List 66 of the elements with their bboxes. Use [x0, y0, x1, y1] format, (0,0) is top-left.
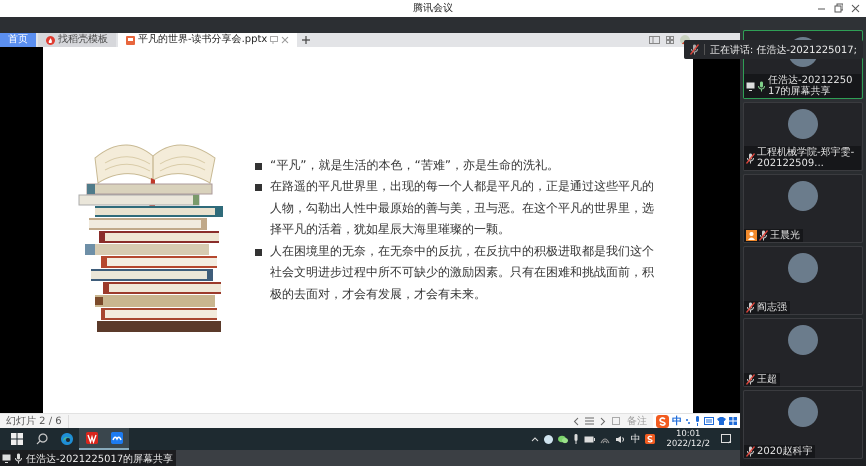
participant-tile[interactable]: 王超	[743, 318, 863, 387]
bullet-text: 人在困境里的无奈，在无奈中的反抗，在反抗中的积极进取都是我们这个社会文明进步过程中所不可缺少的激励因素。只有在困难和挑战面前，积极的去面对，才会有发展，才会有未来。	[270, 242, 655, 303]
bullet-text: 在路遥的平凡世界里，出现的每一个人都是平凡的，正是通过这些平凡的人物，勾勒出人性中最原始的善与美，丑与恶。在这个平凡的世界里，选择平凡的活着，犹如星辰大海里璀璨的一颗。	[270, 178, 655, 238]
participant-tile[interactable]: 阎志强	[743, 246, 863, 315]
slides-file-icon	[126, 36, 135, 44]
input-mode-toggle[interactable]: 中	[672, 414, 682, 428]
mic-icon[interactable]	[14, 453, 23, 464]
caret-up-icon[interactable]	[531, 436, 540, 442]
avatar-photo	[788, 397, 818, 427]
grid-icon[interactable]	[729, 417, 737, 425]
input-method-logo-icon[interactable]	[645, 434, 656, 444]
participant-name: 王晨光	[770, 230, 800, 241]
window-title: 腾讯会议	[413, 2, 453, 16]
clock[interactable]: 10:01 2022/12/2	[666, 429, 710, 449]
browser-icon[interactable]	[60, 433, 72, 445]
avatar-photo	[788, 325, 818, 355]
mic-icon[interactable]	[573, 434, 580, 444]
sharer-name: 任浩达-2021225017的屏幕共享	[26, 452, 174, 466]
search-icon[interactable]	[36, 433, 48, 445]
participant-name: 王超	[757, 374, 777, 385]
close-icon[interactable]	[851, 3, 860, 14]
globe-icon[interactable]	[544, 434, 554, 444]
list-icon[interactable]	[585, 417, 594, 425]
participant-name: 2020赵科宇	[757, 446, 812, 457]
avatar-photo	[788, 109, 818, 139]
mic-icon[interactable]	[757, 80, 766, 92]
muted-mic-icon[interactable]	[746, 446, 755, 457]
input-language-indicator[interactable]: 中	[630, 432, 640, 446]
clock-date: 2022/12/2	[666, 439, 710, 449]
bullet-text: “平凡”，就是生活的本色，“苦难”，亦是生命的洗礼。	[270, 156, 560, 174]
volume-icon[interactable]	[615, 434, 626, 444]
layout-icon[interactable]	[649, 36, 660, 44]
muted-mic-icon[interactable]	[746, 302, 755, 313]
chat-icon[interactable]	[558, 434, 568, 444]
participant-tile[interactable]: 王晨光	[743, 174, 863, 243]
punctuation-icon[interactable]	[685, 417, 691, 425]
notification-icon[interactable]	[721, 434, 732, 444]
input-method-logo-icon[interactable]	[656, 414, 669, 428]
clock-time: 10:01	[676, 429, 700, 439]
shirt-icon[interactable]	[717, 417, 726, 425]
participant-tile[interactable]: 2020赵科宇	[743, 390, 863, 459]
next-icon[interactable]	[600, 416, 606, 426]
keyboard-icon[interactable]	[704, 417, 714, 425]
start-icon[interactable]	[10, 433, 22, 445]
grid-icon[interactable]	[666, 36, 674, 44]
avatar-photo	[788, 253, 818, 283]
muted-mic-icon[interactable]	[746, 152, 755, 164]
square-bullet-icon	[255, 184, 262, 192]
participant-tile[interactable]: 工程机械学院-郑宇雯-202122509...	[743, 102, 863, 171]
battery-icon[interactable]	[584, 436, 596, 442]
screen-share-icon	[2, 454, 11, 463]
flame-icon	[46, 36, 55, 44]
document-app-icon[interactable]	[86, 432, 98, 444]
muted-mic-icon[interactable]	[746, 374, 755, 385]
participant-name: 工程机械学院-郑宇雯-202122509...	[757, 147, 856, 169]
avatar-photo	[788, 181, 818, 211]
muted-mic-icon	[690, 44, 699, 55]
participant-name: 阎志强	[757, 302, 787, 313]
square-bullet-icon	[255, 248, 262, 256]
app-tab[interactable]: 找稻壳模板	[38, 33, 116, 47]
square-bullet-icon	[255, 162, 262, 170]
restore-icon[interactable]	[834, 3, 843, 14]
muted-mic-icon[interactable]	[759, 230, 768, 241]
participant-name: 任浩达-2021225017的屏幕共享	[768, 75, 854, 97]
previous-icon[interactable]	[573, 416, 579, 426]
meeting-app-icon[interactable]	[110, 432, 122, 444]
